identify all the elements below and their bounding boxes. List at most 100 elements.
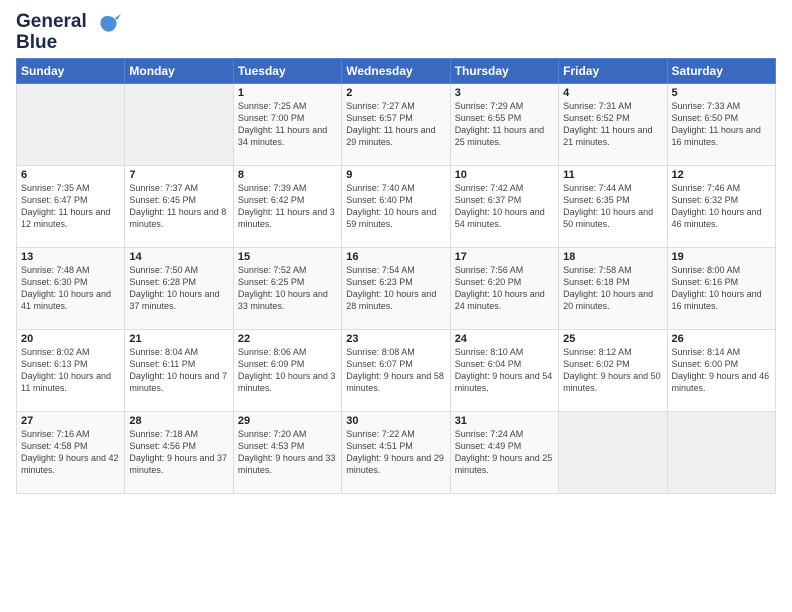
day-number: 3: [455, 87, 554, 99]
calendar-cell: 15Sunrise: 7:52 AMSunset: 6:25 PMDayligh…: [233, 247, 341, 329]
calendar-cell: 29Sunrise: 7:20 AMSunset: 4:53 PMDayligh…: [233, 411, 341, 493]
calendar-cell: 19Sunrise: 8:00 AMSunset: 6:16 PMDayligh…: [667, 247, 775, 329]
day-header-wednesday: Wednesday: [342, 58, 450, 83]
calendar-cell: 13Sunrise: 7:48 AMSunset: 6:30 PMDayligh…: [17, 247, 125, 329]
day-number: 6: [21, 169, 120, 181]
logo: General Blue: [16, 12, 121, 54]
day-number: 20: [21, 333, 120, 345]
day-detail: Sunrise: 7:35 AMSunset: 6:47 PMDaylight:…: [21, 182, 120, 231]
calendar-cell: 2Sunrise: 7:27 AMSunset: 6:57 PMDaylight…: [342, 83, 450, 165]
day-header-tuesday: Tuesday: [233, 58, 341, 83]
day-number: 14: [129, 251, 228, 263]
calendar-cell: 16Sunrise: 7:54 AMSunset: 6:23 PMDayligh…: [342, 247, 450, 329]
day-number: 15: [238, 251, 337, 263]
day-detail: Sunrise: 7:50 AMSunset: 6:28 PMDaylight:…: [129, 264, 228, 313]
day-number: 16: [346, 251, 445, 263]
day-detail: Sunrise: 7:48 AMSunset: 6:30 PMDaylight:…: [21, 264, 120, 313]
calendar-cell: [17, 83, 125, 165]
calendar-cell: [559, 411, 667, 493]
day-detail: Sunrise: 7:25 AMSunset: 7:00 PMDaylight:…: [238, 100, 337, 149]
calendar-header-row: SundayMondayTuesdayWednesdayThursdayFrid…: [17, 58, 776, 83]
day-detail: Sunrise: 7:42 AMSunset: 6:37 PMDaylight:…: [455, 182, 554, 231]
day-detail: Sunrise: 7:54 AMSunset: 6:23 PMDaylight:…: [346, 264, 445, 313]
calendar-cell: 3Sunrise: 7:29 AMSunset: 6:55 PMDaylight…: [450, 83, 558, 165]
calendar-cell: 7Sunrise: 7:37 AMSunset: 6:45 PMDaylight…: [125, 165, 233, 247]
day-number: 1: [238, 87, 337, 99]
day-number: 4: [563, 87, 662, 99]
calendar-cell: 17Sunrise: 7:56 AMSunset: 6:20 PMDayligh…: [450, 247, 558, 329]
calendar-cell: 31Sunrise: 7:24 AMSunset: 4:49 PMDayligh…: [450, 411, 558, 493]
day-detail: Sunrise: 8:04 AMSunset: 6:11 PMDaylight:…: [129, 346, 228, 395]
day-detail: Sunrise: 8:08 AMSunset: 6:07 PMDaylight:…: [346, 346, 445, 395]
calendar-cell: [125, 83, 233, 165]
calendar-cell: 10Sunrise: 7:42 AMSunset: 6:37 PMDayligh…: [450, 165, 558, 247]
day-number: 17: [455, 251, 554, 263]
logo-text: General Blue: [16, 12, 87, 54]
day-number: 27: [21, 415, 120, 427]
day-number: 12: [672, 169, 771, 181]
calendar-cell: 1Sunrise: 7:25 AMSunset: 7:00 PMDaylight…: [233, 83, 341, 165]
day-detail: Sunrise: 7:40 AMSunset: 6:40 PMDaylight:…: [346, 182, 445, 231]
day-detail: Sunrise: 8:06 AMSunset: 6:09 PMDaylight:…: [238, 346, 337, 395]
day-number: 23: [346, 333, 445, 345]
day-detail: Sunrise: 7:46 AMSunset: 6:32 PMDaylight:…: [672, 182, 771, 231]
day-detail: Sunrise: 8:12 AMSunset: 6:02 PMDaylight:…: [563, 346, 662, 395]
logo-icon: [93, 12, 121, 45]
day-detail: Sunrise: 7:16 AMSunset: 4:58 PMDaylight:…: [21, 428, 120, 477]
day-detail: Sunrise: 8:02 AMSunset: 6:13 PMDaylight:…: [21, 346, 120, 395]
calendar-cell: 23Sunrise: 8:08 AMSunset: 6:07 PMDayligh…: [342, 329, 450, 411]
week-row-4: 20Sunrise: 8:02 AMSunset: 6:13 PMDayligh…: [17, 329, 776, 411]
day-detail: Sunrise: 7:33 AMSunset: 6:50 PMDaylight:…: [672, 100, 771, 149]
day-number: 11: [563, 169, 662, 181]
week-row-5: 27Sunrise: 7:16 AMSunset: 4:58 PMDayligh…: [17, 411, 776, 493]
day-detail: Sunrise: 7:39 AMSunset: 6:42 PMDaylight:…: [238, 182, 337, 231]
header: General Blue: [16, 12, 776, 54]
day-number: 7: [129, 169, 228, 181]
week-row-2: 6Sunrise: 7:35 AMSunset: 6:47 PMDaylight…: [17, 165, 776, 247]
page: General Blue SundayMondayTuesdayWednesda…: [0, 0, 792, 612]
calendar-cell: 9Sunrise: 7:40 AMSunset: 6:40 PMDaylight…: [342, 165, 450, 247]
day-number: 30: [346, 415, 445, 427]
calendar-cell: 12Sunrise: 7:46 AMSunset: 6:32 PMDayligh…: [667, 165, 775, 247]
week-row-1: 1Sunrise: 7:25 AMSunset: 7:00 PMDaylight…: [17, 83, 776, 165]
calendar-cell: 24Sunrise: 8:10 AMSunset: 6:04 PMDayligh…: [450, 329, 558, 411]
day-detail: Sunrise: 8:14 AMSunset: 6:00 PMDaylight:…: [672, 346, 771, 395]
day-number: 21: [129, 333, 228, 345]
day-number: 26: [672, 333, 771, 345]
calendar-cell: 8Sunrise: 7:39 AMSunset: 6:42 PMDaylight…: [233, 165, 341, 247]
day-number: 22: [238, 333, 337, 345]
day-number: 5: [672, 87, 771, 99]
day-number: 13: [21, 251, 120, 263]
day-header-saturday: Saturday: [667, 58, 775, 83]
day-header-friday: Friday: [559, 58, 667, 83]
day-header-sunday: Sunday: [17, 58, 125, 83]
day-number: 9: [346, 169, 445, 181]
day-number: 18: [563, 251, 662, 263]
day-header-monday: Monday: [125, 58, 233, 83]
calendar-cell: 27Sunrise: 7:16 AMSunset: 4:58 PMDayligh…: [17, 411, 125, 493]
day-detail: Sunrise: 7:24 AMSunset: 4:49 PMDaylight:…: [455, 428, 554, 477]
day-detail: Sunrise: 7:44 AMSunset: 6:35 PMDaylight:…: [563, 182, 662, 231]
calendar-cell: 11Sunrise: 7:44 AMSunset: 6:35 PMDayligh…: [559, 165, 667, 247]
day-detail: Sunrise: 8:10 AMSunset: 6:04 PMDaylight:…: [455, 346, 554, 395]
calendar-cell: [667, 411, 775, 493]
day-detail: Sunrise: 7:29 AMSunset: 6:55 PMDaylight:…: [455, 100, 554, 149]
week-row-3: 13Sunrise: 7:48 AMSunset: 6:30 PMDayligh…: [17, 247, 776, 329]
calendar-cell: 26Sunrise: 8:14 AMSunset: 6:00 PMDayligh…: [667, 329, 775, 411]
calendar-cell: 18Sunrise: 7:58 AMSunset: 6:18 PMDayligh…: [559, 247, 667, 329]
calendar-cell: 4Sunrise: 7:31 AMSunset: 6:52 PMDaylight…: [559, 83, 667, 165]
calendar-table: SundayMondayTuesdayWednesdayThursdayFrid…: [16, 58, 776, 494]
day-detail: Sunrise: 7:31 AMSunset: 6:52 PMDaylight:…: [563, 100, 662, 149]
calendar-cell: 21Sunrise: 8:04 AMSunset: 6:11 PMDayligh…: [125, 329, 233, 411]
day-detail: Sunrise: 7:52 AMSunset: 6:25 PMDaylight:…: [238, 264, 337, 313]
day-number: 28: [129, 415, 228, 427]
calendar-cell: 14Sunrise: 7:50 AMSunset: 6:28 PMDayligh…: [125, 247, 233, 329]
calendar-cell: 6Sunrise: 7:35 AMSunset: 6:47 PMDaylight…: [17, 165, 125, 247]
day-detail: Sunrise: 7:56 AMSunset: 6:20 PMDaylight:…: [455, 264, 554, 313]
day-detail: Sunrise: 7:27 AMSunset: 6:57 PMDaylight:…: [346, 100, 445, 149]
calendar-cell: 22Sunrise: 8:06 AMSunset: 6:09 PMDayligh…: [233, 329, 341, 411]
day-number: 29: [238, 415, 337, 427]
day-detail: Sunrise: 7:58 AMSunset: 6:18 PMDaylight:…: [563, 264, 662, 313]
day-detail: Sunrise: 7:22 AMSunset: 4:51 PMDaylight:…: [346, 428, 445, 477]
day-detail: Sunrise: 7:20 AMSunset: 4:53 PMDaylight:…: [238, 428, 337, 477]
